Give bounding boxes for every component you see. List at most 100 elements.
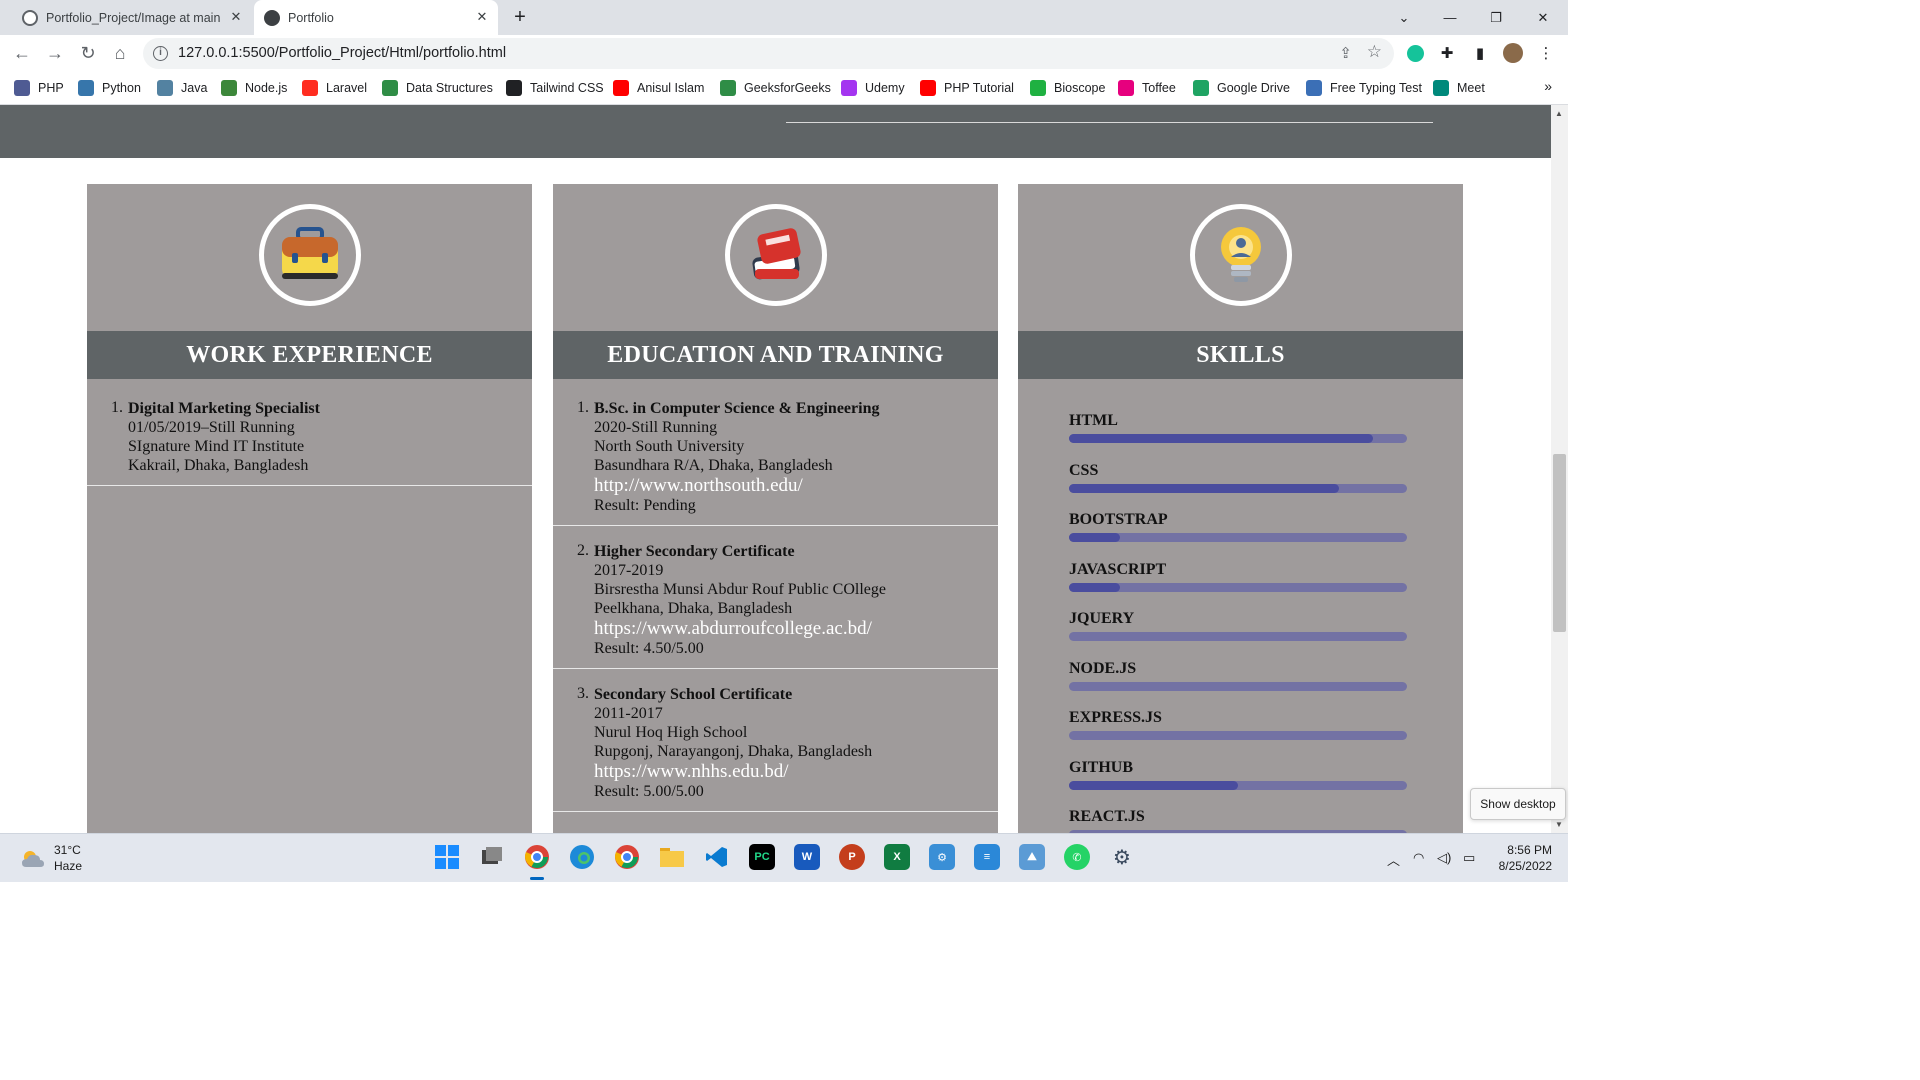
minimize-button[interactable]: — bbox=[1427, 0, 1473, 35]
weather-widget[interactable]: 31°C Haze bbox=[20, 842, 82, 874]
home-icon[interactable]: ⌂ bbox=[108, 41, 132, 65]
scroll-down-icon[interactable]: ▼ bbox=[1555, 820, 1563, 829]
windows-start-icon[interactable] bbox=[434, 844, 460, 870]
typing-icon bbox=[1306, 80, 1322, 96]
entry-link[interactable]: http://www.northsouth.edu/ bbox=[594, 475, 998, 496]
education-entry: 2. Higher Secondary Certificate 2017-2019 B… bbox=[553, 542, 998, 669]
system-clock[interactable]: 8:56 PM 8/25/2022 bbox=[1499, 842, 1552, 874]
chrome-profile-taskbar-icon[interactable] bbox=[614, 844, 640, 870]
entry-number: 2. bbox=[577, 542, 589, 559]
udemy-icon bbox=[841, 80, 857, 96]
bookmark-item[interactable]: Free Typing Test bbox=[1306, 78, 1422, 98]
bookmark-item[interactable]: PHP bbox=[14, 78, 64, 98]
reload-icon[interactable]: ↻ bbox=[76, 41, 100, 65]
entry-result: Result: 4.50/5.00 bbox=[594, 640, 704, 657]
url-text[interactable]: 127.0.0.1:5500/Portfolio_Project/Html/po… bbox=[178, 45, 506, 61]
bookmark-item[interactable]: Bioscope bbox=[1030, 78, 1105, 98]
pycharm-icon[interactable]: PC bbox=[749, 844, 775, 870]
restore-button[interactable]: ❐ bbox=[1473, 0, 1519, 35]
bookmark-item[interactable]: Python bbox=[78, 78, 141, 98]
skill-progress-fill bbox=[1069, 533, 1120, 542]
share-icon[interactable]: ⇪ bbox=[1339, 44, 1352, 62]
wifi-icon[interactable]: ◠ bbox=[1413, 850, 1424, 866]
bookmark-item[interactable]: Google Drive bbox=[1193, 78, 1290, 98]
tab-search-icon[interactable]: ⌄ bbox=[1381, 0, 1427, 35]
bookmark-star-icon[interactable]: ☆ bbox=[1367, 42, 1382, 62]
close-tab-icon[interactable]: ✕ bbox=[474, 9, 490, 25]
skill-progress-track bbox=[1069, 582, 1407, 592]
photos-icon[interactable]: ⛰ bbox=[1019, 844, 1045, 870]
edge-taskbar-icon[interactable] bbox=[569, 844, 595, 870]
extensions-icon[interactable]: ✚ bbox=[1437, 43, 1457, 63]
address-bar[interactable]: i 127.0.0.1:5500/Portfolio_Project/Html/… bbox=[143, 38, 1394, 69]
globe-icon bbox=[264, 9, 280, 26]
skill-name: EXPRESS.JS bbox=[1069, 709, 1162, 726]
powerpoint-icon[interactable]: P bbox=[839, 844, 865, 870]
bookmark-item[interactable]: Java bbox=[157, 78, 207, 98]
close-window-button[interactable]: ✕ bbox=[1520, 0, 1566, 35]
word-icon[interactable]: W bbox=[794, 844, 820, 870]
education-entry: 1. B.Sc. in Computer Science & Engineerin… bbox=[553, 399, 998, 526]
header-divider bbox=[786, 122, 1433, 123]
file-explorer-icon[interactable] bbox=[659, 844, 685, 870]
bookmark-label: Laravel bbox=[326, 81, 367, 95]
bookmark-item[interactable]: Node.js bbox=[221, 78, 287, 98]
education-card: EDUCATION AND TRAINING 1. B.Sc. in Comput… bbox=[553, 184, 998, 833]
chrome-taskbar-icon[interactable] bbox=[524, 844, 550, 870]
tab-github[interactable]: Portfolio_Project/Image at main · ✕ bbox=[12, 0, 252, 35]
bookmark-item[interactable]: Udemy bbox=[841, 78, 905, 98]
show-hidden-icons-icon[interactable]: ︿ bbox=[1387, 850, 1400, 869]
bookmark-label: Meet bbox=[1457, 81, 1485, 95]
task-view-icon[interactable] bbox=[479, 844, 505, 870]
card-title: WORK EXPERIENCE bbox=[87, 331, 532, 379]
bookmark-item[interactable]: GeeksforGeeks bbox=[720, 78, 831, 98]
menu-icon[interactable]: ⋮ bbox=[1536, 43, 1556, 63]
close-tab-icon[interactable]: ✕ bbox=[228, 9, 244, 25]
notepad-icon[interactable]: ≡ bbox=[974, 844, 1000, 870]
page-scrollbar[interactable]: ▲ ▼ bbox=[1551, 105, 1568, 833]
java-icon bbox=[157, 80, 173, 96]
tab-title: Portfolio bbox=[288, 10, 334, 25]
entry-number: 3. bbox=[577, 685, 589, 702]
settings-icon[interactable]: ⚙ bbox=[1109, 844, 1135, 870]
battery-icon[interactable]: ▭ bbox=[1463, 850, 1475, 866]
bookmark-item[interactable]: Toffee bbox=[1118, 78, 1176, 98]
tab-portfolio[interactable]: Portfolio ✕ bbox=[254, 0, 498, 35]
site-info-icon[interactable]: i bbox=[153, 46, 168, 61]
skill-name: BOOTSTRAP bbox=[1069, 511, 1168, 528]
grammarly-icon[interactable] bbox=[1405, 43, 1425, 63]
entry-line: Peelkhana, Dhaka, Bangladesh bbox=[594, 600, 793, 617]
bookmark-item[interactable]: Meet bbox=[1433, 78, 1485, 98]
entry-link[interactable]: https://www.nhhs.edu.bd/ bbox=[594, 761, 998, 782]
side-panel-icon[interactable]: ▮ bbox=[1470, 43, 1490, 63]
back-icon[interactable]: ← bbox=[10, 41, 34, 65]
entry-number: 1. bbox=[577, 399, 589, 416]
bookmark-label: GeeksforGeeks bbox=[744, 81, 831, 95]
bookmark-item[interactable]: Data Structures bbox=[382, 78, 493, 98]
whatsapp-icon[interactable]: ✆ bbox=[1064, 844, 1090, 870]
new-tab-button[interactable]: + bbox=[508, 6, 532, 30]
bookmark-item[interactable]: Laravel bbox=[302, 78, 367, 98]
scroll-up-icon[interactable]: ▲ bbox=[1555, 109, 1563, 118]
scrollbar-thumb[interactable] bbox=[1553, 454, 1566, 632]
bookmark-item[interactable]: Anisul Islam bbox=[613, 78, 704, 98]
entry-line: 01/05/2019–Still Running bbox=[128, 419, 295, 436]
profile-avatar[interactable] bbox=[1503, 43, 1523, 63]
forward-icon[interactable]: → bbox=[43, 41, 67, 65]
vscode-icon[interactable] bbox=[704, 844, 730, 870]
show-desktop-tooltip: Show desktop bbox=[1470, 788, 1566, 820]
bookmark-item[interactable]: Tailwind CSS bbox=[506, 78, 604, 98]
active-app-indicator bbox=[530, 877, 544, 880]
skill-progress-track bbox=[1069, 533, 1407, 542]
excel-icon[interactable]: X bbox=[884, 844, 910, 870]
more-bookmarks-icon[interactable]: » bbox=[1544, 78, 1552, 94]
entry-number: 1. bbox=[111, 399, 123, 416]
globe-icon bbox=[506, 80, 522, 96]
bookmark-label: Anisul Islam bbox=[637, 81, 705, 95]
page-viewport: WORK EXPERIENCE 1. Digital Marketing Spec… bbox=[0, 105, 1551, 833]
bookmark-item[interactable]: PHP Tutorial bbox=[920, 78, 1014, 98]
entry-link[interactable]: https://www.abdurroufcollege.ac.bd/ bbox=[594, 618, 998, 639]
volume-icon[interactable]: ◁) bbox=[1437, 850, 1451, 866]
weather-temp: 31°C bbox=[54, 843, 81, 857]
control-panel-icon[interactable]: ⚙ bbox=[929, 844, 955, 870]
